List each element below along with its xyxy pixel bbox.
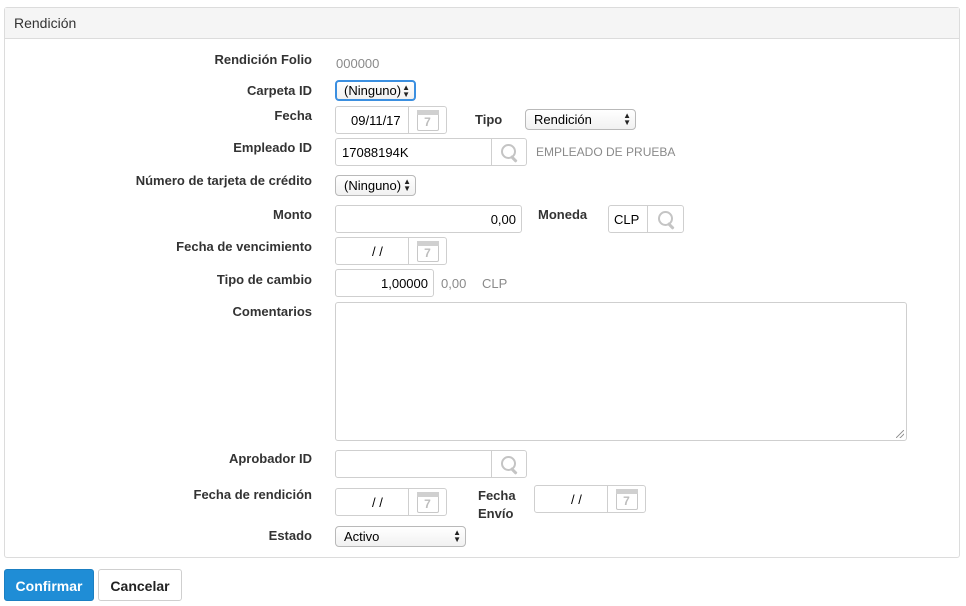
tipo-label: Tipo xyxy=(475,112,503,127)
fecha-rendicion-input[interactable]: / / 7 xyxy=(335,488,447,516)
resize-handle-icon[interactable] xyxy=(896,430,904,438)
fecha-value: 09/11/17 xyxy=(351,113,401,128)
fecha-input[interactable]: 09/11/17 7 xyxy=(335,106,447,134)
search-icon xyxy=(657,210,675,228)
vencimiento-label: Fecha de vencimiento xyxy=(176,239,312,254)
empleado-search-button[interactable] xyxy=(491,139,526,165)
aprobador-search-button[interactable] xyxy=(491,451,526,477)
fecha-envio-value: / / xyxy=(571,492,582,507)
cancel-button[interactable]: Cancelar xyxy=(98,569,182,601)
updown-arrows-icon: ▲ ▼ xyxy=(623,111,631,127)
calendar-icon: 7 xyxy=(615,488,638,510)
panel-title: Rendición xyxy=(5,8,959,39)
empleado-input[interactable]: 17088194K xyxy=(335,138,527,166)
search-icon xyxy=(500,143,518,161)
empleado-value: 17088194K xyxy=(342,145,409,160)
tipo-cambio-value: 1,00000 xyxy=(381,276,428,291)
tipo-cambio-converted: 0,00 xyxy=(441,276,467,291)
empleado-label: Empleado ID xyxy=(233,140,312,155)
moneda-input[interactable]: CLP xyxy=(608,205,684,233)
calendar-icon: 7 xyxy=(416,240,439,262)
fecha-rendicion-value: / / xyxy=(372,495,383,510)
fecha-calendar-button[interactable]: 7 xyxy=(408,107,446,133)
carpeta-label: Carpeta ID xyxy=(246,83,312,98)
fecha-envio-label: Fecha Envío xyxy=(478,487,516,523)
folio-label: Rendición Folio xyxy=(214,52,313,67)
fecha-envio-label-line1: Fecha xyxy=(478,488,516,503)
calendar-icon: 7 xyxy=(416,109,439,131)
tipo-select[interactable]: Rendición ▲ ▼ xyxy=(525,109,636,130)
moneda-label: Moneda xyxy=(538,207,588,222)
moneda-value: CLP xyxy=(614,212,640,227)
tipo-cambio-label: Tipo de cambio xyxy=(216,272,312,287)
vencimiento-input[interactable]: / / 7 xyxy=(335,237,447,265)
moneda-search-button[interactable] xyxy=(647,206,683,232)
updown-arrows-icon: ▲ ▼ xyxy=(402,83,410,99)
comentarios-textarea[interactable] xyxy=(335,302,907,441)
vencimiento-calendar-button[interactable]: 7 xyxy=(408,238,446,264)
estado-select[interactable]: Activo ▲ ▼ xyxy=(335,526,466,547)
fecha-label: Fecha xyxy=(274,108,312,123)
search-icon xyxy=(500,455,518,473)
fecha-rendicion-label: Fecha de rendición xyxy=(193,487,312,502)
aprobador-label: Aprobador ID xyxy=(228,451,312,466)
monto-label: Monto xyxy=(273,207,312,222)
tarjeta-select-value: (Ninguno) xyxy=(344,178,402,193)
tipo-select-value: Rendición xyxy=(534,112,592,127)
carpeta-select[interactable]: (Ninguno) ▲ ▼ xyxy=(335,80,416,101)
monto-value: 0,00 xyxy=(490,212,516,227)
fecha-envio-input[interactable]: / / 7 xyxy=(534,485,646,513)
fecha-envio-label-line2: Envío xyxy=(478,506,514,521)
confirm-button[interactable]: Confirmar xyxy=(4,569,94,601)
tarjeta-select[interactable]: (Ninguno) ▲ ▼ xyxy=(335,175,416,196)
monto-input[interactable]: 0,00 xyxy=(335,205,522,233)
carpeta-select-value: (Ninguno) xyxy=(344,83,402,98)
aprobador-input[interactable] xyxy=(335,450,527,478)
empleado-name: EMPLEADO DE PRUEBA xyxy=(536,145,676,159)
vencimiento-value: / / xyxy=(372,244,383,259)
estado-select-value: Activo xyxy=(344,529,380,544)
tipo-cambio-currency: CLP xyxy=(482,276,508,291)
tipo-cambio-input[interactable]: 1,00000 xyxy=(335,269,434,297)
calendar-icon: 7 xyxy=(416,491,439,513)
folio-value: 000000 xyxy=(336,56,380,71)
comentarios-label: Comentarios xyxy=(232,304,312,319)
fecha-rendicion-calendar-button[interactable]: 7 xyxy=(408,489,446,515)
estado-label: Estado xyxy=(268,528,312,543)
updown-arrows-icon: ▲ ▼ xyxy=(403,177,411,193)
fecha-envio-calendar-button[interactable]: 7 xyxy=(607,486,645,512)
tarjeta-label: Número de tarjeta de crédito xyxy=(135,173,312,188)
updown-arrows-icon: ▲ ▼ xyxy=(453,528,461,544)
